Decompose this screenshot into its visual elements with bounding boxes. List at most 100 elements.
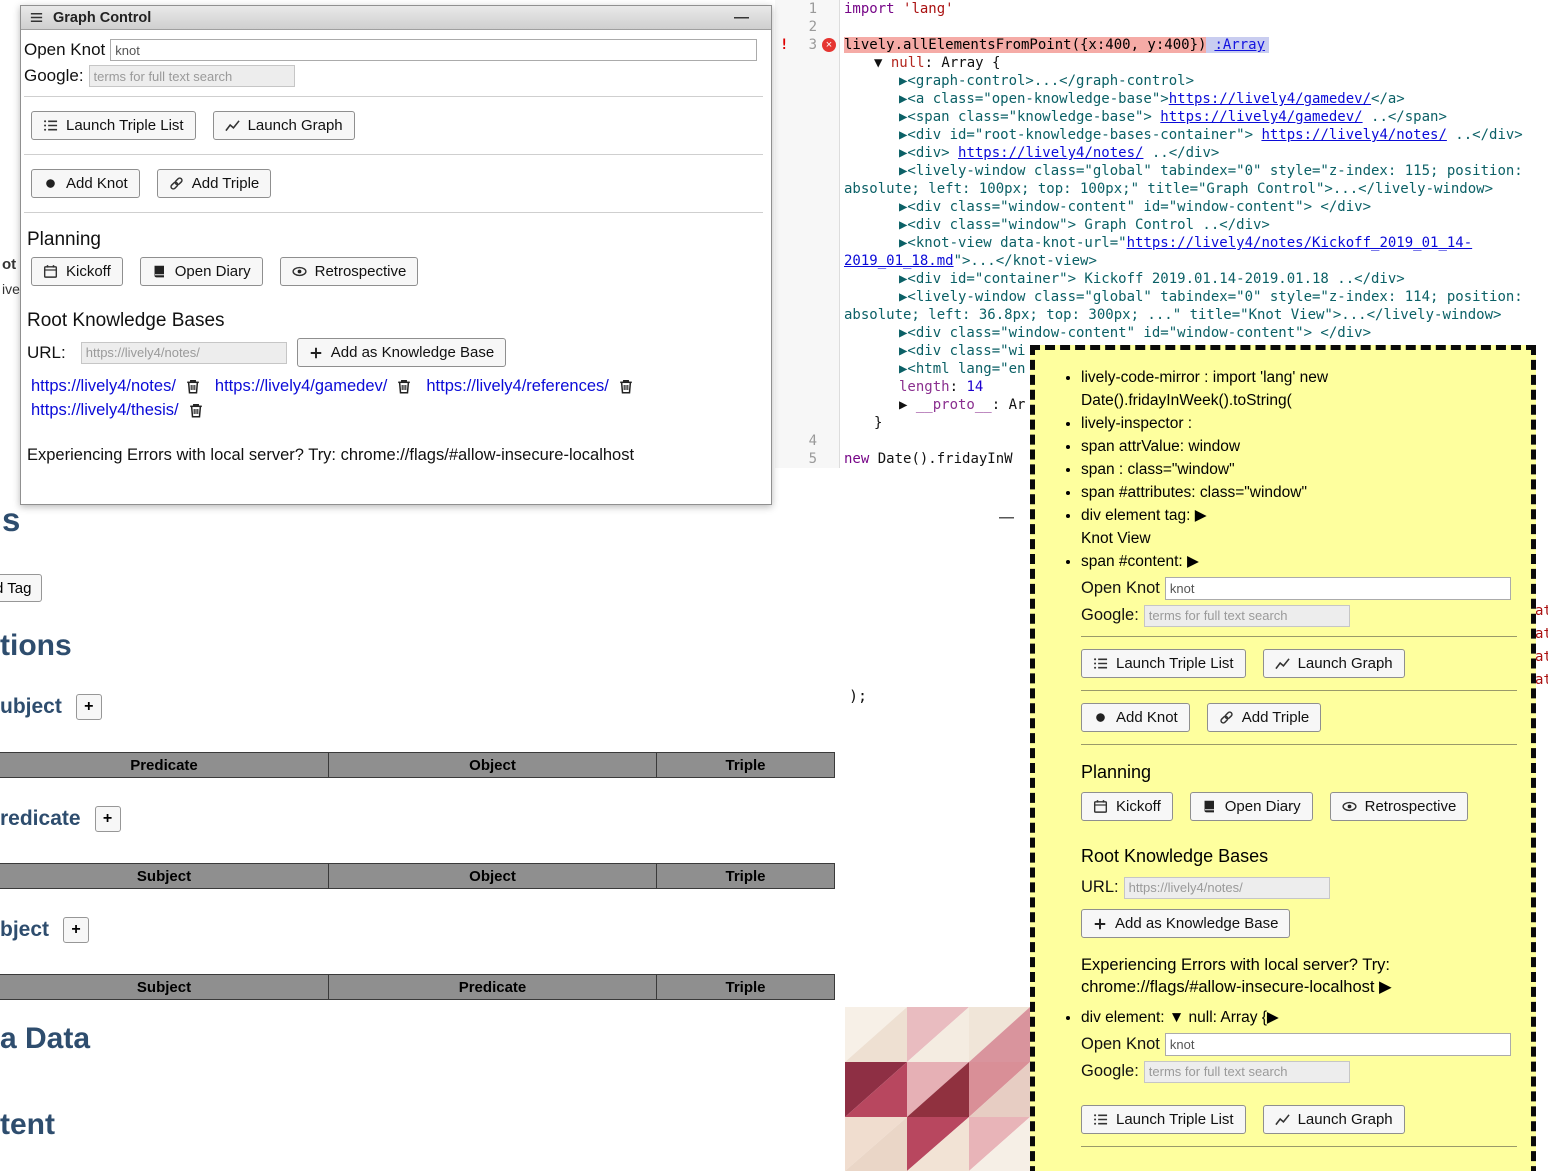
tree-line[interactable]: ▶<span class="knowledge-base"> https://l… — [844, 108, 1548, 126]
tree-segment: ▼ — [874, 55, 891, 71]
delete-knowledge-base-button[interactable] — [618, 378, 634, 395]
launch-triple-list-button[interactable]: Launch Triple List — [1081, 1105, 1246, 1134]
hamburger-menu-icon[interactable] — [29, 10, 44, 25]
error-highlighted-code: lively.allElementsFromPoint({x:400, y:40… — [844, 37, 1206, 53]
kickoff-button[interactable]: Kickoff — [31, 257, 123, 286]
delete-knowledge-base-button[interactable] — [185, 378, 201, 395]
cut-text-fragment: ive — [2, 281, 20, 297]
add-buttons-row: Add Knot Add Triple — [31, 169, 763, 198]
retrospective-button[interactable]: Retrospective — [1330, 792, 1469, 821]
add-predicate-button[interactable]: + — [95, 806, 121, 832]
result-type-link[interactable]: :Array — [1206, 37, 1269, 53]
tree-segment: ▶<html lang="en — [899, 361, 1025, 377]
cut-code-fragment: at — [1535, 672, 1548, 688]
add-knot-button[interactable]: Add Knot — [31, 169, 140, 198]
inspector-tooltip: lively-code-mirror : import 'lang' new D… — [1030, 345, 1536, 1171]
tree-line[interactable]: ▶<knot-view data-knot-url="https://livel… — [844, 234, 1548, 270]
tree-line[interactable]: ▶<div> https://lively4/notes/ ..</div> — [844, 144, 1548, 162]
add-triple-button[interactable]: Add Triple — [1207, 703, 1322, 732]
knowledge-base-link[interactable]: https://lively4/thesis/ — [31, 401, 179, 420]
url-label: URL: — [1081, 876, 1119, 899]
launch-buttons-row: Launch Triple List Launch Graph — [1081, 649, 1517, 678]
add-object-button[interactable]: + — [63, 917, 89, 943]
google-row: Google: — [1081, 604, 1517, 627]
launch-triple-list-button[interactable]: Launch Triple List — [1081, 649, 1246, 678]
kickoff-button[interactable]: Kickoff — [1081, 792, 1173, 821]
embedded-graph-control-preview: Open Knot Google: Launch Triple List — [1081, 577, 1517, 998]
tree-line[interactable]: ▶<div class="window"> Graph Control ..</… — [844, 216, 1548, 234]
widget-gutter — [775, 54, 840, 432]
triple-table-header-1: Predicate Object Triple — [0, 752, 836, 778]
button-label: Launch Triple List — [1116, 655, 1234, 672]
planning-buttons-row: Kickoff Open Diary Retrospective — [1081, 792, 1517, 821]
tree-segment: ..</div> — [1143, 145, 1219, 161]
window-titlebar[interactable]: Graph Control — — [21, 6, 771, 30]
tree-line[interactable]: ▼ null: Array { — [844, 54, 1548, 72]
code-fragment-close-paren: ); — [849, 687, 867, 705]
launch-graph-button[interactable]: Launch Graph — [213, 111, 355, 140]
tree-line[interactable]: ▶<div class="window-content" id="window-… — [844, 198, 1548, 216]
table-header-cell: Subject — [0, 974, 329, 1000]
table-header-cell: Subject — [0, 863, 329, 889]
open-knot-input[interactable] — [1165, 1033, 1511, 1056]
tree-url-link[interactable]: https://lively4/gamedev/ — [1169, 91, 1371, 107]
knowledge-base-url-input[interactable] — [1124, 877, 1330, 899]
tooltip-item: div element: ▼ null: Array {▶ Open Knot … — [1081, 1006, 1517, 1147]
list-icon — [43, 118, 58, 133]
local-server-error-hint: Experiencing Errors with local server? T… — [1081, 954, 1517, 998]
knowledge-base-link[interactable]: https://lively4/gamedev/ — [215, 377, 387, 396]
delete-knowledge-base-button[interactable] — [396, 378, 412, 395]
editor-line: !3× lively.allElementsFromPoint({x:400, … — [775, 36, 1548, 54]
code-segment — [895, 1, 903, 17]
tree-segment: __proto__ — [916, 397, 992, 413]
line-chart-icon — [1275, 656, 1290, 671]
delete-knowledge-base-button[interactable] — [188, 402, 204, 419]
button-label: Open Diary — [175, 263, 251, 280]
google-search-input[interactable] — [1144, 605, 1350, 627]
cut-code-fragment: at — [1535, 626, 1548, 642]
add-subject-button[interactable]: + — [76, 694, 102, 720]
tree-line[interactable]: ▶<a class="open-knowledge-base">https://… — [844, 90, 1548, 108]
google-search-input[interactable] — [89, 65, 295, 87]
window-title: Graph Control — [53, 10, 151, 26]
knowledge-base-url-input[interactable] — [81, 342, 287, 364]
open-knot-input[interactable] — [1165, 577, 1511, 600]
open-diary-button[interactable]: Open Diary — [1190, 792, 1313, 821]
launch-graph-button[interactable]: Launch Graph — [1263, 1105, 1405, 1134]
open-knot-input[interactable] — [110, 39, 757, 61]
tree-line[interactable]: ▶<div class="window-content" id="window-… — [844, 324, 1548, 342]
tree-line[interactable]: ▶<lively-window class="global" tabindex=… — [844, 162, 1548, 198]
code-segment: 'lang' — [903, 1, 954, 17]
button-label: Add Triple — [192, 175, 260, 192]
cut-heading-s: s — [2, 501, 20, 539]
button-label: Add as Knowledge Base — [1115, 915, 1278, 932]
tree-url-link[interactable]: https://lively4/notes/ — [1261, 127, 1446, 143]
knowledge-base-link[interactable]: https://lively4/notes/ — [31, 377, 176, 396]
line-chart-icon — [1275, 1112, 1290, 1127]
minimize-button[interactable]: — — [734, 9, 763, 26]
planning-heading: Planning — [27, 229, 763, 251]
code-segment: import — [844, 1, 895, 17]
knowledge-base-entry: https://lively4/thesis/ — [31, 401, 204, 420]
open-diary-button[interactable]: Open Diary — [140, 257, 263, 286]
tree-url-link[interactable]: https://lively4/notes/ — [958, 145, 1143, 161]
trash-icon — [185, 378, 201, 395]
knowledge-base-link[interactable]: https://lively4/references/ — [426, 377, 609, 396]
add-knowledge-base-button[interactable]: Add as Knowledge Base — [297, 338, 506, 367]
tree-line[interactable]: ▶<div id="container"> Kickoff 2019.01.14… — [844, 270, 1548, 288]
add-knowledge-base-button[interactable]: Add as Knowledge Base — [1081, 909, 1290, 938]
add-triple-button[interactable]: Add Triple — [157, 169, 272, 198]
tree-line[interactable]: ▶<lively-window class="global" tabindex=… — [844, 288, 1548, 324]
add-knot-button[interactable]: Add Knot — [1081, 703, 1190, 732]
list-icon — [1093, 656, 1108, 671]
launch-triple-list-button[interactable]: Launch Triple List — [31, 111, 196, 140]
tree-url-link[interactable]: https://lively4/gamedev/ — [1160, 109, 1362, 125]
tree-line[interactable]: ▶<graph-control>...</graph-control> — [844, 72, 1548, 90]
google-search-input[interactable] — [1144, 1061, 1350, 1083]
add-tag-button[interactable]: d Tag — [0, 574, 42, 602]
tree-line[interactable]: ▶<div id="root-knowledge-bases-container… — [844, 126, 1548, 144]
retrospective-button[interactable]: Retrospective — [280, 257, 419, 286]
launch-graph-button[interactable]: Launch Graph — [1263, 649, 1405, 678]
google-label: Google: — [1081, 1060, 1139, 1083]
hidden-window-minimize-button[interactable]: — — [999, 509, 1014, 526]
